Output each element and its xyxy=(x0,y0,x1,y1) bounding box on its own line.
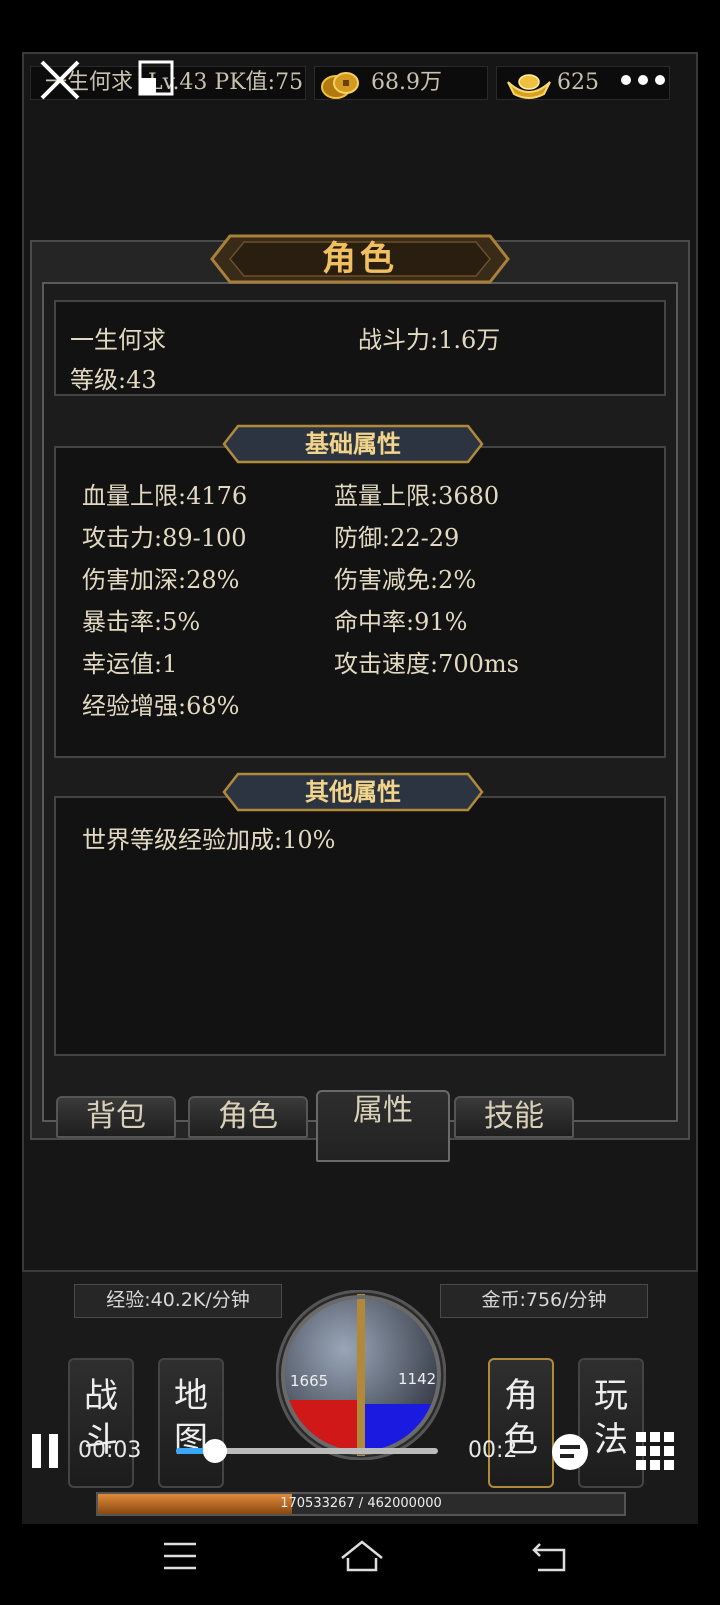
resize-icon[interactable] xyxy=(138,60,174,96)
battle-button[interactable]: 战斗 xyxy=(68,1358,134,1488)
character-button[interactable]: 角色 xyxy=(488,1358,554,1488)
tab-skills[interactable]: 技能 xyxy=(454,1096,574,1138)
character-level: 等级:43 xyxy=(70,366,157,394)
attr-crit-rate: 暴击率:5% xyxy=(82,608,201,636)
panel-title: 角色 xyxy=(322,239,398,279)
tab-bag[interactable]: 背包 xyxy=(56,1096,176,1138)
combat-power: 战斗力:1.6万 xyxy=(358,326,501,354)
video-progress-track[interactable] xyxy=(176,1439,438,1463)
gameplay-label: 玩法 xyxy=(594,1376,628,1460)
menu-nav-icon[interactable] xyxy=(160,1536,200,1576)
ingot-value: 625 xyxy=(557,70,599,95)
close-icon[interactable] xyxy=(38,58,82,102)
mp-value: 1142 xyxy=(398,1370,437,1388)
hp-value: 1665 xyxy=(290,1372,329,1390)
copper-value: 68.9万 xyxy=(371,70,442,95)
pause-icon[interactable] xyxy=(30,1432,60,1470)
top-status-bar: 一生何求 Lv.43 PK值:75 68.9万 625 xyxy=(30,60,690,104)
video-current-time: 00:03 xyxy=(78,1438,142,1463)
map-button[interactable]: 地图 xyxy=(158,1358,224,1488)
exp-rate: 经验:40.2K/分钟 xyxy=(74,1284,282,1318)
danmaku-icon[interactable] xyxy=(550,1432,590,1472)
attr-mp-max: 蓝量上限:3680 xyxy=(334,482,500,510)
attr-exp-boost: 经验增强:68% xyxy=(82,692,240,720)
tab-character[interactable]: 角色 xyxy=(188,1096,308,1138)
attr-defense: 防御:22-29 xyxy=(334,524,460,552)
attr-attack-speed: 攻击速度:700ms xyxy=(334,650,519,678)
character-name: 一生何求 xyxy=(70,326,166,354)
attr-damage-reduction: 伤害减免:2% xyxy=(334,566,477,594)
gold-ingot-icon xyxy=(507,74,551,99)
attr-world-exp-bonus: 世界等级经验加成:10% xyxy=(82,826,336,854)
attr-hit-rate: 命中率:91% xyxy=(334,608,468,636)
other-attributes-title: 其他属性 xyxy=(305,777,401,806)
attr-hp-max: 血量上限:4176 xyxy=(82,482,248,510)
gold-rate: 金币:756/分钟 xyxy=(440,1284,648,1318)
exp-bar: 170533267 / 462000000 xyxy=(96,1492,626,1516)
attr-luck: 幸运值:1 xyxy=(82,650,178,678)
video-remaining-time: 00:2 xyxy=(468,1438,518,1463)
basic-attributes-title: 基础属性 xyxy=(305,429,401,458)
exp-text: 170533267 / 462000000 xyxy=(280,1496,442,1511)
attr-damage-boost: 伤害加深:28% xyxy=(82,566,240,594)
attr-attack: 攻击力:89-100 xyxy=(82,524,247,552)
copper-coin-icon xyxy=(321,72,359,99)
home-nav-icon[interactable] xyxy=(338,1536,386,1576)
back-nav-icon[interactable] xyxy=(530,1536,570,1576)
more-dots-icon[interactable] xyxy=(618,64,668,96)
grid-menu-icon[interactable] xyxy=(634,1430,676,1472)
tab-attributes[interactable]: 属性 xyxy=(316,1090,450,1162)
